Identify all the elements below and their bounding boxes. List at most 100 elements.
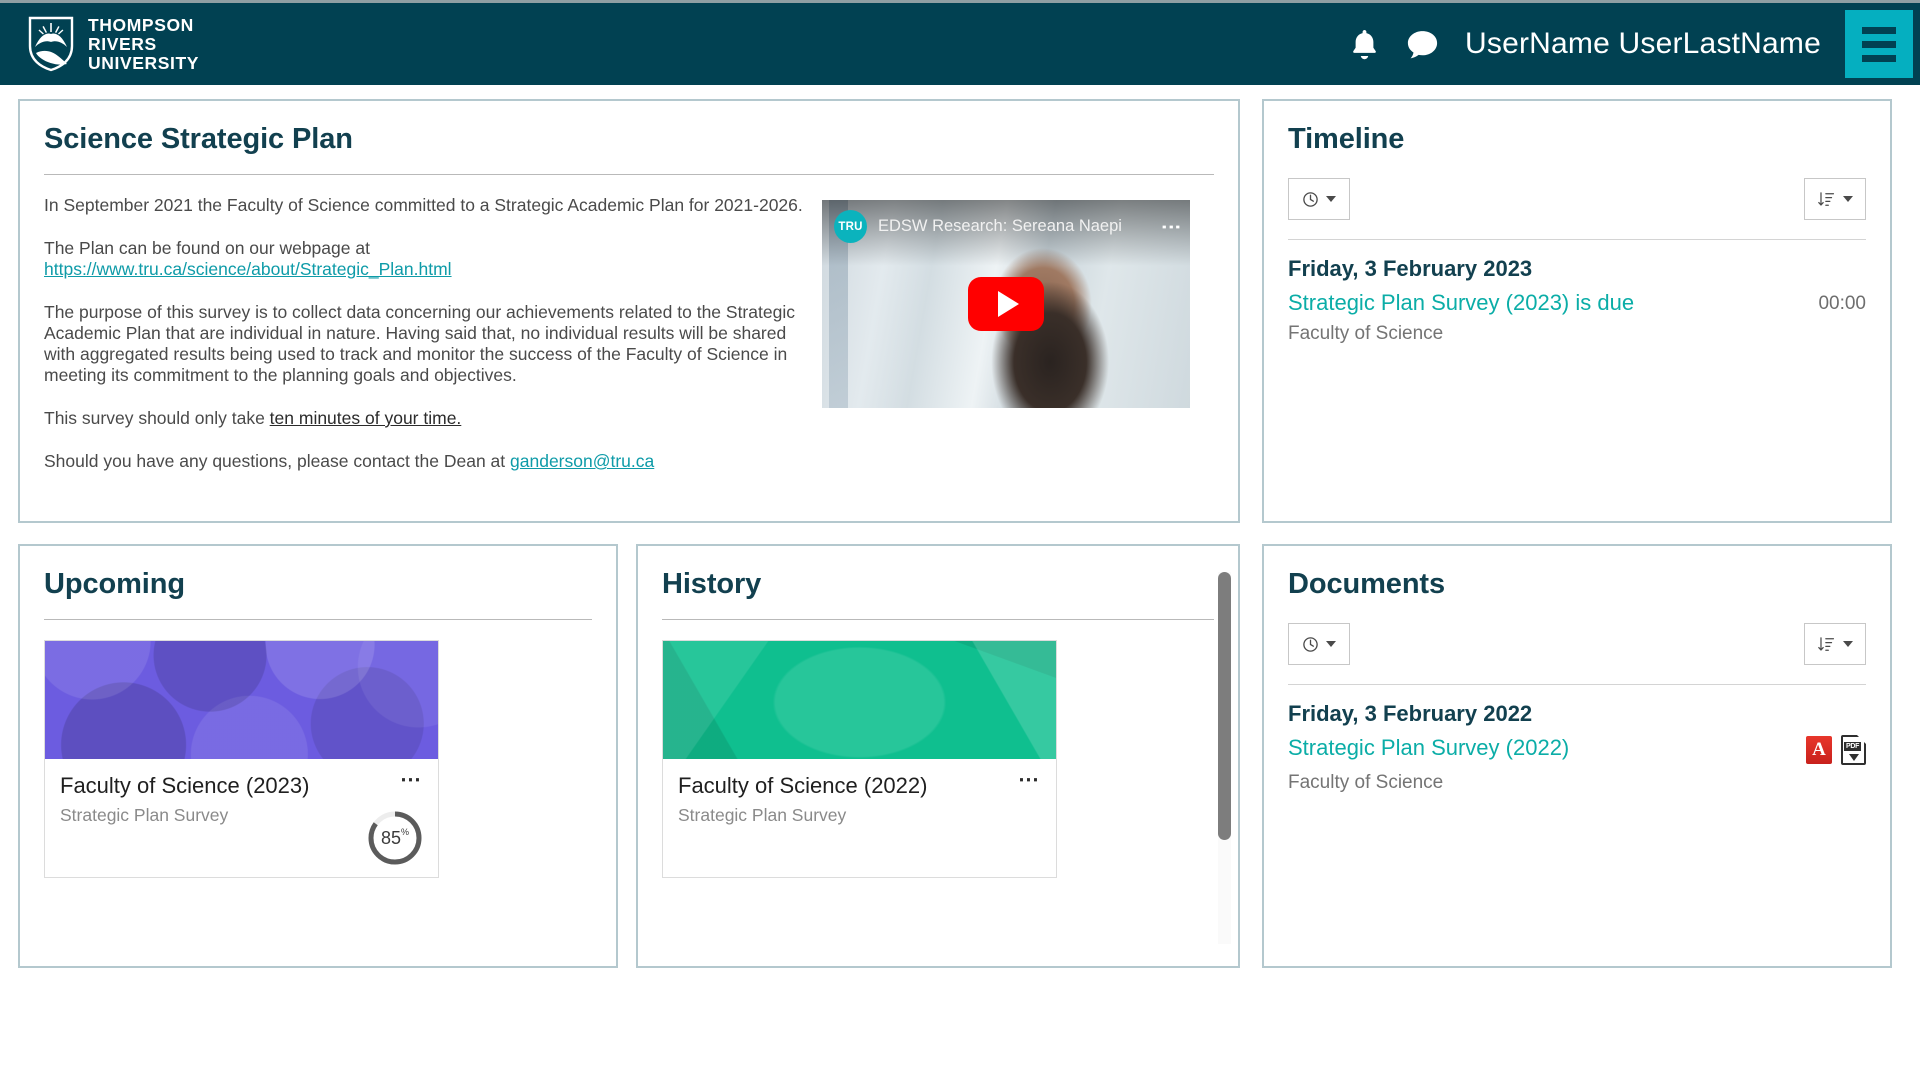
bottom-cards-row: Upcoming Faculty of Science (2023) Strat… [18, 544, 1240, 968]
history-scrollbar-thumb[interactable] [1218, 572, 1231, 840]
timeline-entry-link[interactable]: Strategic Plan Survey (2023) is due [1288, 290, 1634, 316]
video-title: EDSW Research: Sereana Naepi [878, 217, 1122, 235]
duration-text: This survey should only take [44, 408, 270, 428]
pdf-download-icon[interactable]: PDF [1841, 735, 1866, 765]
download-arrow-icon [1848, 754, 1859, 761]
science-strategic-plan-card: Science Strategic Plan In September 2021… [18, 99, 1240, 523]
channel-avatar[interactable]: TRU [834, 210, 867, 243]
play-triangle-icon [998, 291, 1019, 317]
hamburger-menu-button[interactable] [1845, 10, 1913, 78]
progress-value: 85% [366, 809, 424, 867]
video-header-bar: TRU EDSW Research: Sereana Naepi ⋮ [834, 210, 1182, 243]
left-column: Science Strategic Plan In September 2021… [18, 99, 1240, 968]
page-content: Science Strategic Plan In September 2021… [0, 85, 1920, 968]
paragraph-plan-location: The Plan can be found on our webpage at … [44, 238, 804, 280]
timeline-entries: Friday, 3 February 2023 Strategic Plan S… [1264, 240, 1890, 345]
list-item[interactable]: Faculty of Science (2022) Strategic Plan… [662, 640, 1057, 878]
history-item-subtitle: Strategic Plan Survey [678, 805, 847, 825]
logo-line-2: RIVERS [88, 33, 157, 54]
upcoming-title: Upcoming [44, 568, 185, 600]
history-item-title: Faculty of Science (2022) [678, 773, 928, 798]
documents-date-filter-button[interactable] [1288, 623, 1350, 665]
tru-shield-icon [28, 16, 74, 72]
list-item[interactable]: Faculty of Science (2023) Strategic Plan… [44, 640, 439, 878]
chevron-down-icon [1326, 641, 1336, 647]
dean-email-link[interactable]: ganderson@tru.ca [510, 451, 654, 471]
timeline-sort-button[interactable] [1804, 178, 1866, 220]
right-column: Timeline Friday, 3 February 2023 Strateg… [1262, 99, 1892, 968]
document-actions: A PDF [1806, 735, 1866, 765]
strategic-plan-link[interactable]: https://www.tru.ca/science/about/Strateg… [44, 259, 452, 279]
progress-ring: 85% [366, 809, 424, 867]
duration-link[interactable]: ten minutes of your time. [270, 408, 462, 428]
strategic-plan-body: In September 2021 the Faculty of Science… [20, 175, 1238, 472]
clock-icon [1303, 636, 1318, 652]
document-entry-link[interactable]: Strategic Plan Survey (2022) [1288, 735, 1569, 761]
contact-text: Should you have any questions, please co… [44, 451, 511, 471]
progress-number: 85 [380, 827, 401, 848]
pdf-tag-label: PDF [1844, 742, 1862, 751]
documents-toolbar [1264, 601, 1890, 665]
document-entry-row: Strategic Plan Survey (2022) A PDF [1288, 735, 1866, 765]
timeline-entry-time: 00:00 [1818, 293, 1866, 314]
documents-panel: Documents Friday, 3 February 2022 Strate… [1262, 544, 1892, 968]
history-item-banner [663, 641, 1056, 759]
logo-line-1: THOMPSON [88, 14, 194, 35]
chevron-down-icon [1843, 641, 1853, 647]
paragraph-purpose: The purpose of this survey is to collect… [44, 302, 795, 385]
adobe-pdf-icon[interactable]: A [1806, 736, 1832, 764]
chat-bubble-icon [1407, 30, 1437, 58]
history-scrollbar[interactable] [1218, 572, 1231, 944]
upcoming-list: Faculty of Science (2023) Strategic Plan… [20, 620, 616, 878]
chevron-down-icon [1326, 196, 1336, 202]
ellipsis-menu-icon[interactable]: ⋯ [400, 769, 422, 790]
hamburger-bar-1 [1862, 26, 1896, 34]
timeline-entry-date: Friday, 3 February 2023 [1288, 256, 1533, 281]
upcoming-card: Upcoming Faculty of Science (2023) Strat… [18, 544, 618, 968]
upcoming-item-meta: Faculty of Science (2023) Strategic Plan… [45, 759, 438, 877]
paragraph-duration: This survey should only take ten minutes… [44, 408, 804, 429]
timeline-panel: Timeline Friday, 3 February 2023 Strateg… [1262, 99, 1892, 523]
sort-descending-icon [1818, 636, 1835, 651]
chevron-down-icon [1843, 196, 1853, 202]
tru-logo[interactable]: THOMPSON RIVERS UNIVERSITY [0, 3, 199, 85]
logo-line-3: UNIVERSITY [88, 52, 200, 73]
bell-icon [1352, 29, 1376, 59]
documents-sort-button[interactable] [1804, 623, 1866, 665]
timeline-entry-row: Strategic Plan Survey (2023) is due 00:0… [1288, 290, 1866, 316]
hamburger-bar-3 [1862, 54, 1896, 62]
document-entry-date: Friday, 3 February 2022 [1288, 701, 1533, 726]
timeline-date-filter-button[interactable] [1288, 178, 1350, 220]
ellipsis-menu-icon[interactable]: ⋯ [1018, 769, 1040, 790]
messages-button[interactable] [1393, 3, 1451, 85]
documents-entries: Friday, 3 February 2022 Strategic Plan S… [1264, 685, 1890, 794]
app-header: THOMPSON RIVERS UNIVERSITY UserName User… [0, 3, 1920, 85]
documents-title: Documents [1288, 568, 1446, 600]
clock-icon [1303, 191, 1318, 207]
sort-descending-icon [1818, 191, 1835, 206]
youtube-play-button[interactable] [968, 277, 1044, 331]
plan-location-text: The Plan can be found on our webpage at [44, 238, 370, 258]
timeline-entry-org: Faculty of Science [1288, 323, 1444, 344]
strategic-plan-text: In September 2021 the Faculty of Science… [44, 195, 804, 472]
upcoming-item-banner [45, 641, 438, 759]
timeline-toolbar [1264, 156, 1890, 220]
hamburger-bar-2 [1862, 40, 1896, 48]
history-list: Faculty of Science (2022) Strategic Plan… [638, 620, 1238, 878]
upcoming-item-title: Faculty of Science (2023) [60, 773, 310, 798]
notifications-button[interactable] [1335, 3, 1393, 85]
progress-unit: % [401, 827, 410, 837]
tru-logo-text: THOMPSON RIVERS UNIVERSITY [88, 14, 200, 73]
youtube-video-embed[interactable]: TRU EDSW Research: Sereana Naepi ⋮ [822, 200, 1190, 408]
timeline-title: Timeline [1288, 123, 1405, 155]
paragraph-contact: Should you have any questions, please co… [44, 451, 804, 472]
history-title: History [662, 568, 762, 600]
paragraph-intro: In September 2021 the Faculty of Science… [44, 195, 803, 215]
history-item-meta: Faculty of Science (2022) Strategic Plan… [663, 759, 1056, 877]
page-title: Science Strategic Plan [44, 123, 353, 155]
user-name-label: UserName UserLastName [1465, 27, 1821, 60]
history-card: History Faculty of Science (2022) Strate… [636, 544, 1240, 968]
document-entry-org: Faculty of Science [1288, 772, 1444, 793]
kebab-menu-icon[interactable]: ⋮ [1160, 217, 1182, 237]
header-actions: UserName UserLastName [1335, 3, 1920, 85]
